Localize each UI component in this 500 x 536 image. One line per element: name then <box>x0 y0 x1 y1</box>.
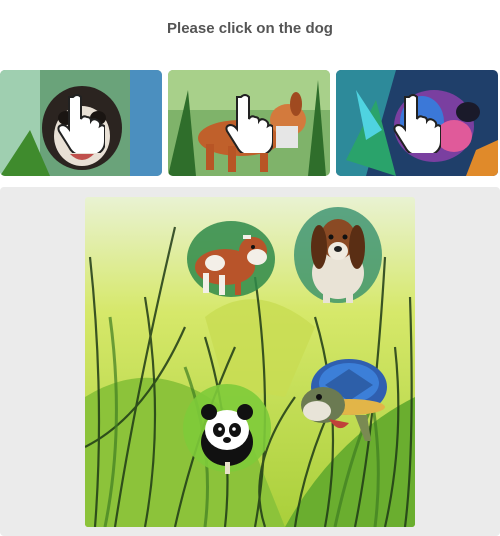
pointer-hand-icon <box>393 94 441 153</box>
animal-dog[interactable] <box>293 205 383 305</box>
challenge-image[interactable] <box>85 197 415 527</box>
captcha-prompt: Please click on the dog <box>167 20 333 37</box>
example-thumbnail-colorful-dog[interactable] <box>336 70 498 176</box>
animal-cow[interactable] <box>185 217 277 299</box>
challenge-panel <box>0 187 500 536</box>
pointer-hand-icon <box>225 94 273 153</box>
example-thumbnail-pug[interactable] <box>0 70 162 176</box>
animal-panda[interactable] <box>181 382 273 474</box>
example-thumbnail-brown-dog[interactable] <box>168 70 330 176</box>
animal-turtle[interactable] <box>295 345 395 445</box>
pointer-hand-icon <box>57 94 105 153</box>
example-thumbnails <box>0 70 500 176</box>
